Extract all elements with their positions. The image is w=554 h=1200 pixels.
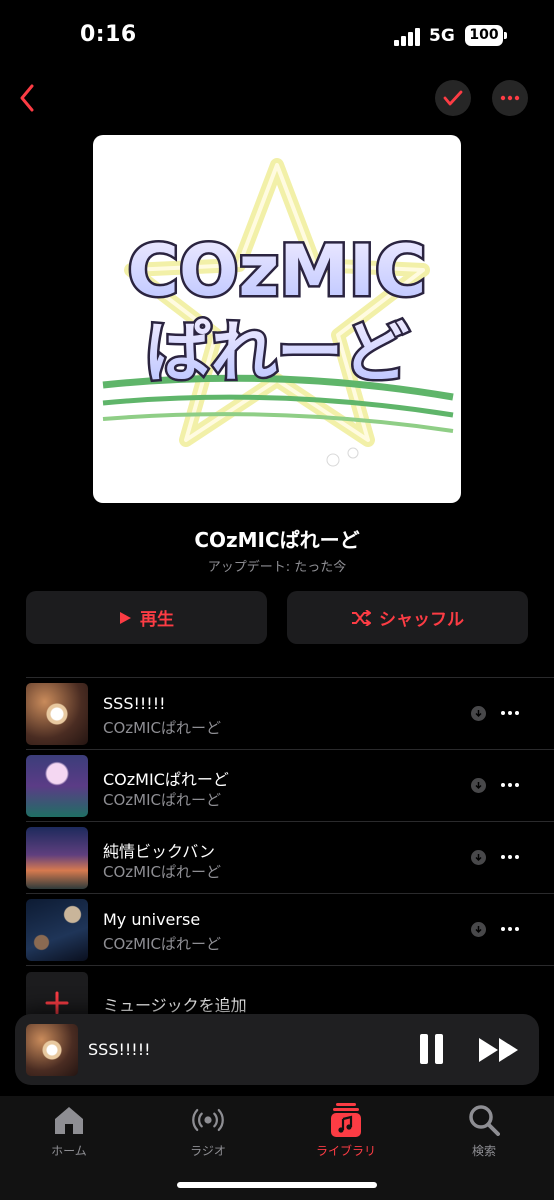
artwork-title-line1: COzMIC (128, 230, 427, 312)
radio-icon (190, 1102, 226, 1138)
track-more-icon[interactable] (501, 927, 519, 931)
tab-radio[interactable]: ラジオ (158, 1102, 258, 1159)
track-row[interactable]: 純情ビックバン COzMICぱれーど (0, 821, 554, 893)
playlist-artwork: COzMIC ぱれーど (93, 135, 461, 503)
now-playing-artwork (26, 1024, 78, 1076)
tab-home[interactable]: ホーム (19, 1102, 119, 1159)
cellular-signal-icon (394, 28, 422, 46)
play-label: 再生 (140, 610, 174, 630)
download-icon[interactable] (471, 922, 486, 937)
track-more-icon[interactable] (501, 783, 519, 787)
track-row[interactable]: My universe COzMICぱれーど (0, 893, 554, 965)
search-icon (466, 1102, 502, 1138)
status-time: 0:16 (80, 22, 137, 47)
playlist-updated: アップデート: たった今 (207, 560, 347, 575)
checkmark-icon (443, 90, 463, 106)
shuffle-icon (352, 609, 371, 626)
track-title: SSS!!!!! (103, 694, 166, 713)
track-title: 純情ビックバン (103, 842, 216, 861)
tab-radio-label: ラジオ (190, 1144, 226, 1158)
done-button[interactable] (435, 80, 471, 116)
shuffle-label: シャッフル (379, 610, 464, 630)
track-artist: COzMICぱれーど (103, 791, 221, 809)
now-playing-title: SSS!!!!! (88, 1040, 151, 1059)
plus-icon (45, 991, 69, 1015)
chevron-left-icon (20, 84, 34, 112)
track-row[interactable]: COzMICぱれーど COzMICぱれーど (0, 749, 554, 821)
track-title: My universe (103, 910, 201, 929)
download-icon[interactable] (471, 706, 486, 721)
tab-search[interactable]: 検索 (434, 1102, 534, 1159)
track-artwork (26, 899, 88, 961)
download-icon[interactable] (471, 778, 486, 793)
ellipsis-icon (500, 95, 520, 101)
tab-search-label: 検索 (471, 1144, 496, 1158)
track-row[interactable]: SSS!!!!! COzMICぱれーど (0, 677, 554, 749)
artwork-title-line2: ぱれーど (145, 314, 409, 391)
track-title: COzMICぱれーど (103, 770, 229, 789)
tab-home-label: ホーム (51, 1144, 87, 1158)
artwork-illustration: COzMIC ぱれーど (102, 158, 454, 467)
network-type: 5G (429, 26, 455, 46)
pause-button[interactable] (420, 1034, 444, 1064)
playlist-title: COzMICぱれーど (194, 528, 360, 552)
add-music-label: ミュージックを追加 (103, 996, 247, 1015)
track-artist: COzMICぱれーど (103, 719, 221, 737)
track-artwork (26, 683, 88, 745)
track-artwork (26, 827, 88, 889)
track-artist: COzMICぱれーど (103, 935, 221, 953)
library-icon (328, 1102, 364, 1138)
divider (26, 965, 554, 966)
next-track-button[interactable] (478, 1037, 520, 1063)
mini-player[interactable]: SSS!!!!! (15, 1014, 539, 1085)
track-artwork (26, 755, 88, 817)
back-button[interactable] (12, 80, 42, 116)
download-icon[interactable] (471, 850, 486, 865)
track-artist: COzMICぱれーど (103, 863, 221, 881)
house-icon (51, 1102, 87, 1138)
more-options-button[interactable] (492, 80, 528, 116)
track-more-icon[interactable] (501, 711, 519, 715)
home-indicator (177, 1182, 377, 1188)
shuffle-button[interactable]: シャッフル (287, 591, 528, 644)
status-bar: 0:16 5G 100 (0, 0, 554, 76)
tab-library-label: ライブラリ (315, 1144, 376, 1158)
tab-library[interactable]: ライブラリ (296, 1102, 396, 1159)
play-button[interactable]: 再生 (26, 591, 267, 644)
battery-icon: 100 (465, 25, 507, 46)
forward-icon (479, 1038, 518, 1062)
play-icon (120, 611, 131, 624)
track-more-icon[interactable] (501, 855, 519, 859)
